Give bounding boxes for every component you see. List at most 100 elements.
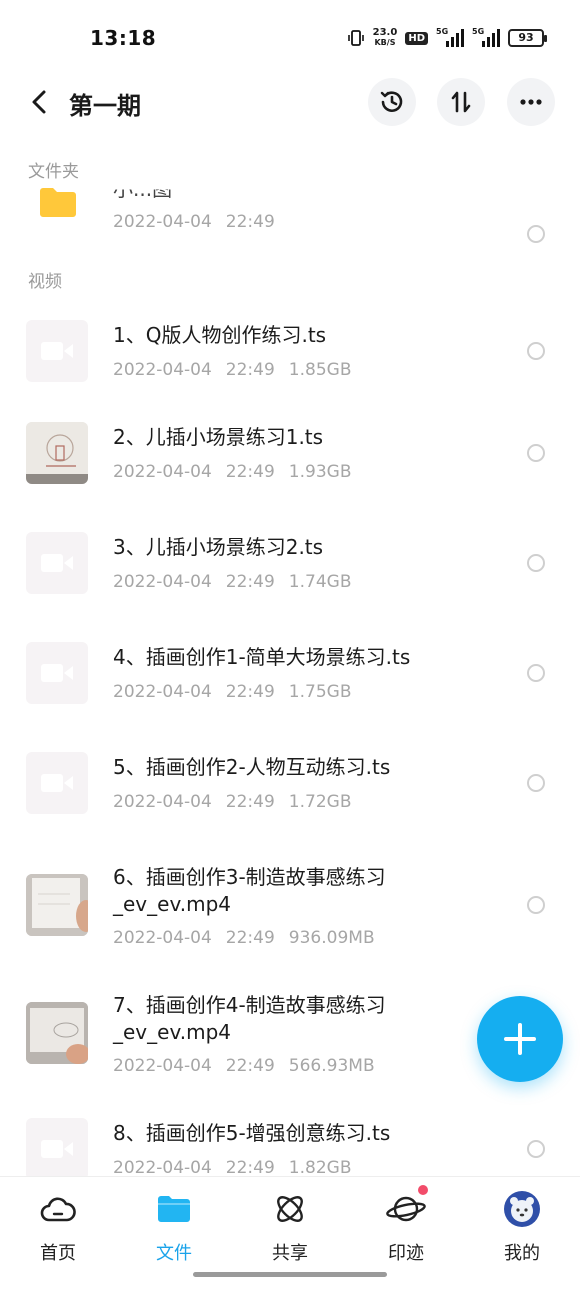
signal-2-icon: 5G <box>472 27 500 47</box>
network-speed-value: 23.0 <box>372 27 398 38</box>
file-name: 4、插画创作1-简单大场景练习.ts <box>113 645 411 669</box>
video-row[interactable]: 3、儿插小场景练习2.ts 2022-04-04 22:49 1.74GB <box>0 520 580 610</box>
select-radio[interactable] <box>527 1140 545 1158</box>
plus-icon <box>504 1023 536 1055</box>
file-date: 2022-04-04 <box>113 360 212 380</box>
atom-icon <box>270 1189 310 1229</box>
file-name: 2、儿插小场景练习1.ts <box>113 425 324 449</box>
video-row[interactable]: 2、儿插小场景练习1.ts 2022-04-04 22:49 1.93GB <box>0 410 580 500</box>
file-time: 22:49 <box>225 1056 275 1076</box>
file-size: 1.74GB <box>288 572 352 592</box>
more-icon <box>520 99 542 105</box>
file-size: 936.09MB <box>288 928 375 948</box>
file-time: 22:49 <box>225 682 275 702</box>
back-button[interactable] <box>20 82 60 122</box>
battery-icon: 93 <box>508 29 547 47</box>
battery-level: 93 <box>518 31 534 44</box>
file-size: 1.93GB <box>288 462 352 482</box>
file-size: 1.75GB <box>288 682 352 702</box>
folder-date: 2022-04-04 <box>113 212 212 232</box>
video-row[interactable]: 4、插画创作1-简单大场景练习.ts 2022-04-04 22:49 1.75GB <box>0 630 580 720</box>
file-date: 2022-04-04 <box>113 682 212 702</box>
section-videos-label: 视频 <box>28 272 62 292</box>
file-name: 5、插画创作2-人物互动练习.ts <box>113 755 391 779</box>
status-bar: 13:18 23.0 KB/S HD 5G 5G 93 <box>0 0 580 78</box>
folder-icon <box>154 1189 194 1229</box>
sketch-thumbnail <box>26 422 88 484</box>
history-icon <box>380 91 403 112</box>
cloud-icon <box>38 1189 78 1229</box>
file-time: 22:49 <box>225 928 275 948</box>
file-meta: 2022-04-04 22:49 1.82GB <box>113 1158 351 1176</box>
add-button[interactable] <box>477 996 563 1082</box>
file-meta: 2022-04-04 22:49 1.75GB <box>113 682 351 702</box>
header: 第一期 <box>0 74 580 130</box>
select-radio[interactable] <box>527 342 545 360</box>
page-title: 第一期 <box>69 92 141 120</box>
file-name: 3、儿插小场景练习2.ts <box>113 535 324 559</box>
file-date: 2022-04-04 <box>113 462 212 482</box>
folder-time: 22:49 <box>225 212 275 232</box>
file-size: 1.72GB <box>288 792 352 812</box>
file-date: 2022-04-04 <box>113 572 212 592</box>
video-row[interactable]: 8、插画创作5-增强创意练习.ts 2022-04-04 22:49 1.82GB <box>0 1116 580 1176</box>
drawing-thumbnail <box>26 874 88 936</box>
file-name: 8、插画创作5-增强创意练习.ts <box>113 1121 391 1145</box>
nav-label: 印迹 <box>388 1243 424 1264</box>
planet-icon <box>386 1185 428 1229</box>
folder-name: 小...图 <box>113 177 173 202</box>
history-button[interactable] <box>368 78 416 126</box>
select-radio[interactable] <box>527 896 545 914</box>
more-button[interactable] <box>507 78 555 126</box>
select-radio[interactable] <box>527 774 545 792</box>
nav-home[interactable]: 首页 <box>10 1189 106 1269</box>
file-meta: 2022-04-04 22:49 566.93MB <box>113 1056 375 1076</box>
file-meta: 2022-04-04 22:49 1.93GB <box>113 462 351 482</box>
sort-icon <box>451 91 471 113</box>
video-row[interactable]: 1、Q版人物创作练习.ts 2022-04-04 22:49 1.85GB <box>0 308 580 398</box>
status-icons: 23.0 KB/S HD 5G 5G 93 <box>347 26 547 50</box>
file-time: 22:49 <box>225 462 275 482</box>
file-size: 1.85GB <box>288 360 352 380</box>
file-meta: 2022-04-04 22:49 1.85GB <box>113 360 351 380</box>
file-date: 2022-04-04 <box>113 1158 212 1176</box>
file-time: 22:49 <box>225 1158 275 1176</box>
network-speed-unit: KB/S <box>374 38 396 47</box>
file-size: 566.93MB <box>288 1056 375 1076</box>
file-name: 1、Q版人物创作练习.ts <box>113 323 327 347</box>
select-radio[interactable] <box>527 554 545 572</box>
notification-dot <box>418 1185 428 1195</box>
home-indicator[interactable] <box>193 1272 387 1277</box>
file-name: 6、插画创作3-制造故事感练习_ev_ev.mp4 <box>113 865 386 916</box>
file-time: 22:49 <box>225 792 275 812</box>
folder-row[interactable]: 小...图 2022-04-04 22:49 <box>0 170 580 260</box>
video-placeholder-icon <box>26 642 88 704</box>
chevron-left-icon <box>32 90 46 114</box>
select-radio[interactable] <box>527 664 545 682</box>
file-time: 22:49 <box>225 572 275 592</box>
network-type-1: 5G <box>436 27 449 36</box>
folder-meta: 2022-04-04 22:49 <box>113 212 275 232</box>
select-radio[interactable] <box>527 444 545 462</box>
file-time: 22:49 <box>225 360 275 380</box>
video-placeholder-icon <box>26 532 88 594</box>
folder-icon <box>38 182 78 222</box>
sort-button[interactable] <box>437 78 485 126</box>
nav-share[interactable]: 共享 <box>242 1189 338 1269</box>
nav-label: 文件 <box>156 1243 192 1264</box>
nav-files[interactable]: 文件 <box>126 1189 222 1269</box>
video-row[interactable]: 5、插画创作2-人物互动练习.ts 2022-04-04 22:49 1.72GB <box>0 740 580 830</box>
nav-traces[interactable]: 印迹 <box>358 1185 454 1269</box>
file-date: 2022-04-04 <box>113 928 212 948</box>
nav-label: 我的 <box>504 1243 540 1264</box>
vibrate-icon <box>347 30 364 46</box>
signal-1-icon: 5G <box>436 27 464 47</box>
file-date: 2022-04-04 <box>113 1056 212 1076</box>
network-speed: 23.0 KB/S <box>373 28 398 48</box>
nav-mine[interactable]: 我的 <box>474 1189 570 1269</box>
hd-badge: HD <box>405 31 428 45</box>
video-row[interactable]: 6、插画创作3-制造故事感练习_ev_ev.mp4 2022-04-04 22:4… <box>0 860 580 970</box>
video-placeholder-icon <box>26 320 88 382</box>
file-date: 2022-04-04 <box>113 792 212 812</box>
select-radio[interactable] <box>527 225 545 243</box>
